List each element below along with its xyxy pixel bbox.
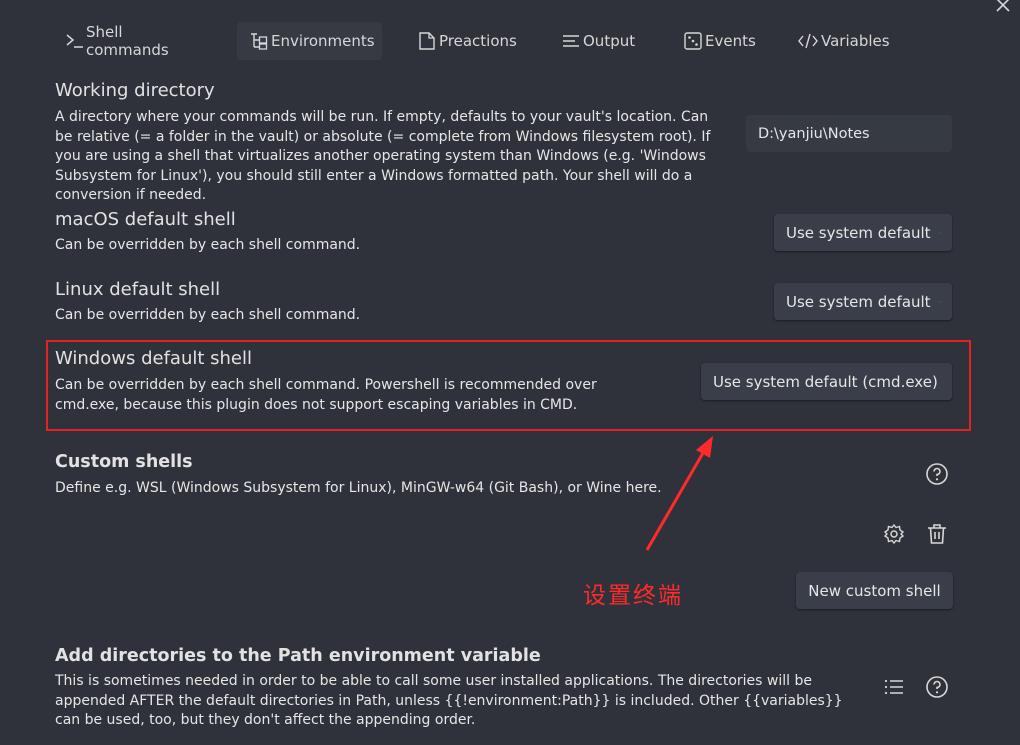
windows-shell-description: Can be overridden by each shell command.… [55,377,597,413]
settings-page: Shell commands Environments Preactions O… [0,0,1020,745]
custom-shells-description: Define e.g. WSL (Windows Subsystem for L… [55,480,662,496]
dice-icon [683,32,703,50]
trash-icon[interactable] [924,521,950,547]
gear-icon[interactable] [881,521,907,547]
windows-shell-selected: Use system default (cmd.exe) [713,372,938,391]
macos-shell-dropdown[interactable]: Use system default [774,214,952,251]
macos-shell-description: Can be overridden by each shell command. [55,237,361,253]
tab-output[interactable]: Output [549,22,649,60]
hierarchy-icon [249,32,269,50]
linux-shell-description: Can be overridden by each shell command. [55,307,361,323]
tab-shell-commands[interactable]: Shell commands [52,22,222,60]
file-icon [417,32,437,50]
tab-variables[interactable]: Variables [785,22,895,60]
tab-events[interactable]: Events [671,22,766,60]
code-icon [797,32,819,50]
tab-label: Variables [821,32,890,50]
tab-label: Preactions [439,32,517,50]
chevron-updown-icon [938,300,940,303]
terminal-icon [64,33,84,49]
custom-shells-title: Custom shells [55,452,193,472]
list-icon[interactable] [881,674,907,700]
annotation-text: 设置终端 [583,583,683,609]
linux-shell-dropdown[interactable]: Use system default [774,283,952,320]
linux-shell-title: Linux default shell [55,279,221,300]
working-directory-title: Working directory [55,80,215,101]
tab-label: Environments [271,32,375,50]
close-icon[interactable] [992,0,1016,20]
help-icon[interactable] [924,461,950,487]
macos-shell-title: macOS default shell [55,209,236,230]
linux-shell-selected: Use system default [786,292,931,311]
tab-environments[interactable]: Environments [237,22,382,60]
new-custom-shell-button[interactable]: New custom shell [796,572,953,609]
windows-shell-title: Windows default shell [55,348,252,369]
tab-label: Output [583,32,636,50]
windows-shell-dropdown[interactable]: Use system default (cmd.exe) [701,363,952,400]
working-directory-description: A directory where your commands will be … [55,109,711,203]
lines-icon [561,33,581,49]
tab-label: Shell commands [86,23,169,59]
tab-preactions[interactable]: Preactions [405,22,535,60]
tab-label: Events [705,32,756,50]
working-directory-input[interactable]: D:\yanjiu\Notes [746,115,952,152]
macos-shell-selected: Use system default [786,223,931,242]
help-icon[interactable] [924,674,950,700]
path-env-description: This is sometimes needed in order to be … [55,673,843,728]
chevron-updown-icon [938,231,940,234]
path-env-title: Add directories to the Path environment … [55,646,541,666]
